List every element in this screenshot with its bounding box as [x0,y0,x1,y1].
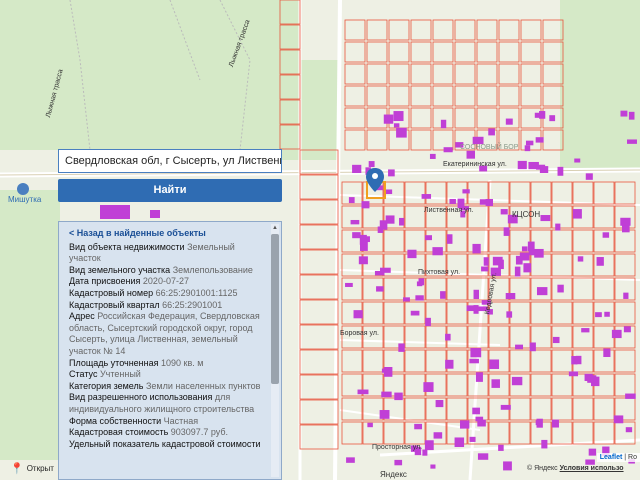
scroll-up-arrow-icon[interactable]: ▲ [272,225,278,231]
map-pin-icon: 📍 [10,462,24,475]
attribute-key: Дата присвоения [69,276,141,287]
place-label-mishutka: Мишутка [8,195,42,204]
attribute-key: Вид земельного участка [69,264,171,275]
attribute-key: Кадастровый номер [69,287,154,298]
open-in-maps-button[interactable]: 📍 Открыт [10,460,54,476]
leaflet-attribution: Leaflet | Ro [596,453,640,462]
location-marker-icon[interactable] [366,168,384,192]
attribute-value: 66:25:2901001 [162,299,223,310]
terms-link[interactable]: Условия использо [560,465,624,472]
leaflet-link[interactable]: Leaflet [600,454,623,461]
place-label-ktson: КЦСОН [512,210,541,219]
attribute-value: Землепользование [172,264,253,275]
attribute-row: Площадь уточненная 1090 кв. м [69,358,267,370]
attribute-key: Кадастровый квартал [69,299,160,310]
bus-stop-icon [17,183,29,195]
parcel-info-panel: < Назад в найденные объекты Вид объекта … [58,221,282,480]
attribute-row: Вид земельного участка Землепользование [69,265,267,277]
attribute-row: Форма собственности Частная [69,416,267,428]
address-search-input[interactable]: Свердловская обл, г Сысерть, ул Лиственн… [58,149,282,173]
attribute-key: Площадь уточненная [69,357,159,368]
place-label-yandex: Яндекс [380,470,407,479]
attribute-key: Категория земель [69,380,144,391]
street-label-borovaya: Боровая ул. [340,330,379,337]
street-label-prostornaya: Просторная ул. [372,444,423,451]
ro-text: Ro [628,454,637,461]
parcel-attributes-list: Вид объекта недвижимости Земельный участ… [69,242,267,451]
district-label: СОСНОВЫЙ БОР [460,144,519,151]
attribute-row: Вид объекта недвижимости Земельный участ… [69,242,267,265]
attribute-key: Статус [69,369,98,380]
street-label-pikhtovaya: Пихтовая ул. [418,269,461,276]
attribute-value: Земли населенных пунктов [145,380,261,391]
attribute-value: Российская Федерация, Свердловская облас… [69,311,260,356]
attribute-row: Вид разрешенного использования для индив… [69,392,267,415]
attribute-row: Категория земель Земли населенных пункто… [69,381,267,393]
attribute-key: Вид объекта недвижимости [69,241,185,252]
attribute-row: Кадастровый квартал 66:25:2901001 [69,300,267,312]
attribute-row: Кадастровый номер 66:25:2901001:1125 [69,288,267,300]
yandex-copyright: © Яндекс [527,465,558,472]
attribute-key: Вид разрешенного использования [69,392,213,403]
back-to-results-link[interactable]: < Назад в найденные объекты [69,228,267,240]
street-label-listvennaya: Лиственная ул. [424,207,474,214]
attribute-row: Кадастровая стоимость 903097.7 руб. [69,427,267,439]
attribute-key: Форма собственности [69,415,162,426]
attribute-key: Удельный показатель кадастровой стоимост… [69,438,261,449]
yandex-attribution: © Яндекс Условия использо [527,465,624,472]
attribute-value: 903097.7 руб. [170,427,228,438]
panel-scroll-thumb[interactable] [271,234,279,384]
attribute-value: Частная [163,415,199,426]
attribute-value: 66:25:2901001:1125 [155,287,238,298]
attribute-row: Удельный показатель кадастровой стоимост… [69,439,267,451]
attribute-value: Учтенный [99,369,141,380]
street-label-ekaterininskaya: Екатерининская ул. [443,161,507,168]
attribute-key: Кадастровая стоимость [69,427,169,438]
attribute-row: Статус Учтенный [69,369,267,381]
attribute-value: 2020-07-27 [142,276,189,287]
attribute-row: Адрес Российская Федерация, Свердловская… [69,311,267,357]
attribute-value: 1090 кв. м [161,357,204,368]
attribute-key: Адрес [69,311,95,322]
find-button[interactable]: Найти [58,179,282,202]
open-label: Открыт [26,463,54,473]
attribute-row: Дата присвоения 2020-07-27 [69,276,267,288]
